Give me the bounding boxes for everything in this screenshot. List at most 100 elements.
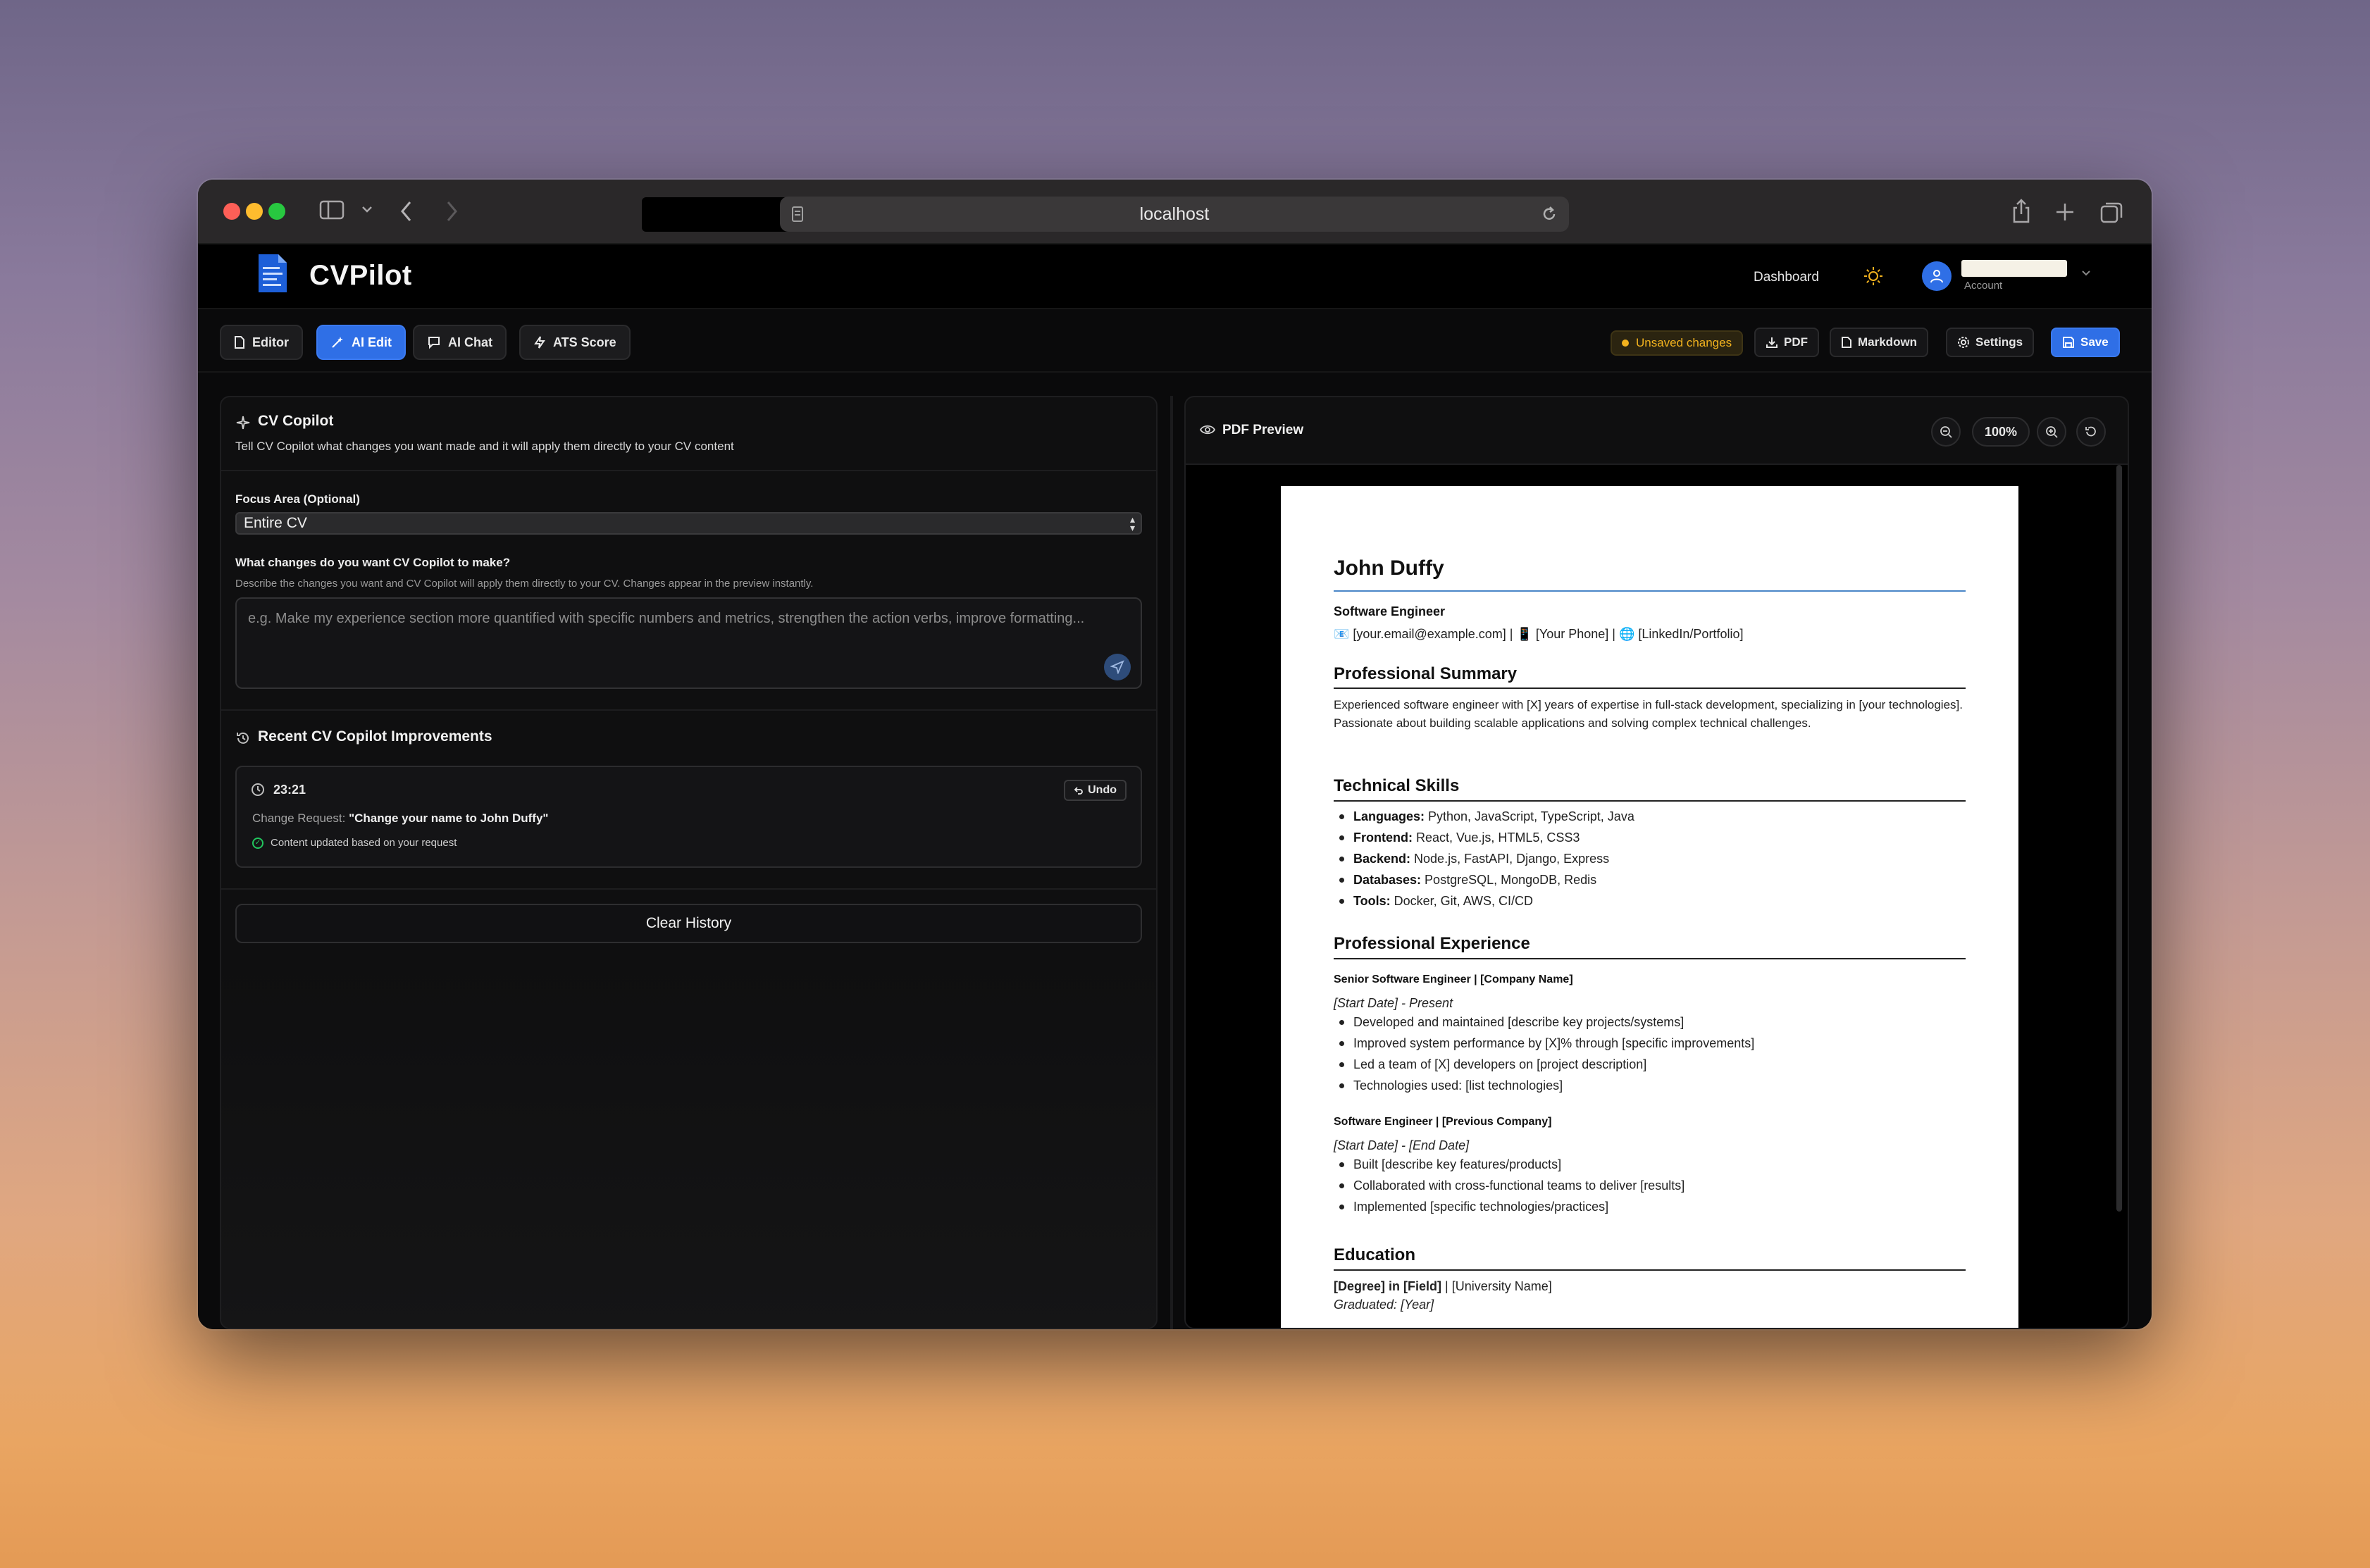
cv-job-date: [Start Date] - Present xyxy=(1334,996,1453,1010)
tab-ai-edit[interactable]: AI Edit xyxy=(316,325,406,360)
skill-key: Backend: xyxy=(1353,852,1411,866)
sparkle-icon xyxy=(235,415,251,434)
changes-placeholder: e.g. Make my experience section more qua… xyxy=(248,611,1085,626)
job-bullet: Implemented [specific technologies/pract… xyxy=(1334,1196,1685,1217)
name-rule xyxy=(1334,590,1966,592)
app: CVPilot Dashboard Account Editor AI Edit xyxy=(198,244,2152,1329)
wand-icon xyxy=(332,337,343,348)
save-button[interactable]: Save xyxy=(2051,328,2120,357)
pdf-preview-panel: PDF Preview 100% John Duffy Software Eng… xyxy=(1184,396,2129,1329)
pdf-preview-canvas[interactable]: John Duffy Software Engineer 📧 [your.ema… xyxy=(1186,465,2128,1328)
cv-job-bullets: Built [describe key features/products] C… xyxy=(1334,1154,1685,1217)
cv-education-heading: Education xyxy=(1334,1245,1416,1264)
history-status: ✓ Content updated based on your request xyxy=(252,837,457,849)
change-request-text: "Change your name to John Duffy" xyxy=(349,811,549,825)
skill-item: Backend: Node.js, FastAPI, Django, Expre… xyxy=(1334,848,1634,869)
forward-icon[interactable] xyxy=(445,200,459,223)
job-bullet: Improved system performance by [X]% thro… xyxy=(1334,1033,1754,1054)
file-icon xyxy=(235,336,244,349)
zoom-window-button[interactable] xyxy=(268,203,285,220)
file-icon xyxy=(1842,337,1851,348)
brand-name[interactable]: CVPilot xyxy=(309,260,412,292)
tab-ai-chat-label: AI Chat xyxy=(448,335,492,349)
tab-ats-score[interactable]: ATS Score xyxy=(519,325,631,360)
tab-ai-chat[interactable]: AI Chat xyxy=(413,325,507,360)
cv-copilot-panel: CV Copilot Tell CV Copilot what changes … xyxy=(220,396,1158,1329)
user-icon xyxy=(1930,270,1943,283)
cvpilot-logo-icon[interactable] xyxy=(257,253,288,294)
minimize-window-button[interactable] xyxy=(246,203,263,220)
cv-summary: Experienced software engineer with [X] y… xyxy=(1334,698,1963,730)
panel-splitter[interactable] xyxy=(1170,396,1173,1329)
undo-icon xyxy=(1074,787,1083,795)
settings-label: Settings xyxy=(1975,335,2023,349)
select-arrows-icon: ▴ ▾ xyxy=(1129,514,1135,533)
preview-scrollbar[interactable] xyxy=(2116,465,2122,1212)
browser-toolbar: localhost xyxy=(198,180,2152,244)
zoom-out-icon xyxy=(1940,426,1952,438)
skill-item: Databases: PostgreSQL, MongoDB, Redis xyxy=(1334,869,1634,890)
skill-key: Languages: xyxy=(1353,809,1425,823)
save-icon xyxy=(2063,337,2074,348)
send-icon xyxy=(1110,660,1124,674)
cv-experience-heading: Professional Experience xyxy=(1334,934,1530,953)
cv-skills-list: Languages: Python, JavaScript, TypeScrip… xyxy=(1334,806,1634,911)
editor-toolbar: Editor AI Edit AI Chat ATS Score Unsaved… xyxy=(198,309,2152,373)
share-icon[interactable] xyxy=(2011,198,2032,225)
job-bullet: Developed and maintained [describe key p… xyxy=(1334,1012,1754,1033)
reload-icon[interactable] xyxy=(1541,205,1558,228)
changes-question-label: What changes do you want CV Copilot to m… xyxy=(235,556,511,569)
send-button[interactable] xyxy=(1104,654,1131,680)
panel-empty-area xyxy=(221,961,1156,1328)
reset-icon xyxy=(2085,426,2096,437)
url-text: localhost xyxy=(1139,204,1210,224)
undo-button[interactable]: Undo xyxy=(1064,780,1127,801)
focus-area-value: Entire CV xyxy=(244,515,307,531)
edu-school: | [University Name] xyxy=(1441,1279,1552,1293)
copilot-title: CV Copilot xyxy=(258,413,334,429)
skill-item: Languages: Python, JavaScript, TypeScrip… xyxy=(1334,806,1634,827)
export-pdf-button[interactable]: PDF xyxy=(1754,328,1819,357)
gear-icon xyxy=(1958,337,1969,348)
change-request: Change Request: "Change your name to Joh… xyxy=(252,811,548,826)
changes-textarea[interactable]: e.g. Make my experience section more qua… xyxy=(235,597,1142,689)
close-window-button[interactable] xyxy=(223,203,240,220)
sidebar-toggle-icon[interactable] xyxy=(319,199,345,220)
settings-button[interactable]: Settings xyxy=(1946,328,2035,357)
theme-toggle-sun-icon[interactable] xyxy=(1863,266,1884,290)
job-bullet: Collaborated with cross-functional teams… xyxy=(1334,1175,1685,1196)
divider xyxy=(221,470,1156,471)
export-markdown-button[interactable]: Markdown xyxy=(1830,328,1929,357)
user-avatar[interactable] xyxy=(1922,261,1952,291)
skill-item: Tools: Docker, Git, AWS, CI/CD xyxy=(1334,890,1634,911)
edu-degree: [Degree] in [Field] xyxy=(1334,1279,1442,1293)
skill-key: Tools: xyxy=(1353,894,1391,908)
account-chevron-down-icon[interactable] xyxy=(2080,268,2092,281)
nav-dashboard-link[interactable]: Dashboard xyxy=(1754,270,1819,285)
eye-icon xyxy=(1199,424,1216,439)
cv-role: Software Engineer xyxy=(1334,604,1446,618)
clear-history-button[interactable]: Clear History xyxy=(235,904,1142,943)
back-icon[interactable] xyxy=(399,200,414,223)
job-bullet: Led a team of [X] developers on [project… xyxy=(1334,1054,1754,1075)
new-tab-icon[interactable] xyxy=(2055,202,2075,222)
skill-value: Node.js, FastAPI, Django, Express xyxy=(1410,852,1610,866)
zoom-in-button[interactable] xyxy=(2037,417,2066,447)
address-bar[interactable]: localhost xyxy=(780,197,1569,232)
cv-contact: 📧 [your.email@example.com] | 📱 [Your Pho… xyxy=(1334,627,1744,641)
tab-overview-icon[interactable] xyxy=(2100,201,2123,223)
focus-area-select[interactable]: Entire CV ▴ ▾ xyxy=(235,512,1142,535)
browser-window: localhost CVPilot Dashboard Account Edit… xyxy=(198,180,2152,1329)
reset-zoom-button[interactable] xyxy=(2076,417,2106,447)
zoom-out-button[interactable] xyxy=(1931,417,1961,447)
account-name-redacted[interactable] xyxy=(1961,260,2067,277)
chevron-down-icon[interactable] xyxy=(361,205,373,213)
cv-job-title: Senior Software Engineer | [Company Name… xyxy=(1334,973,1573,985)
skill-value: Python, JavaScript, TypeScript, Java xyxy=(1425,809,1634,823)
change-request-label: Change Request: xyxy=(252,811,346,825)
focus-area-label: Focus Area (Optional) xyxy=(235,492,360,506)
app-header: CVPilot Dashboard Account xyxy=(198,244,2152,309)
tab-editor[interactable]: Editor xyxy=(220,325,303,360)
cv-page: John Duffy Software Engineer 📧 [your.ema… xyxy=(1281,486,2018,1328)
history-time: 23:21 xyxy=(273,783,306,797)
